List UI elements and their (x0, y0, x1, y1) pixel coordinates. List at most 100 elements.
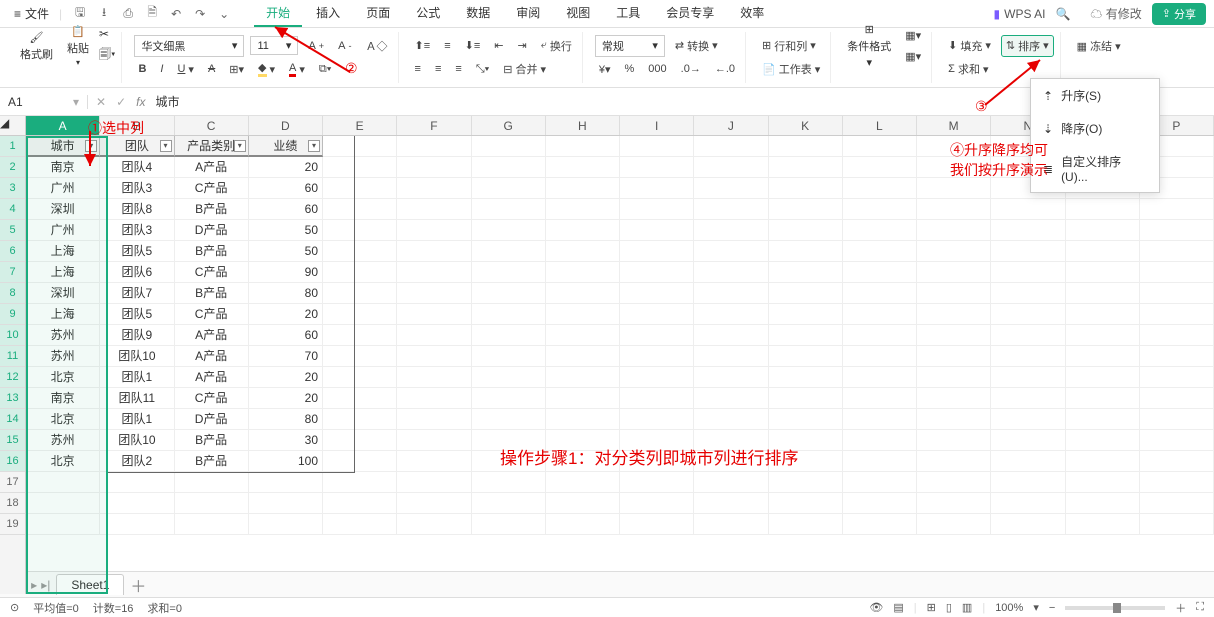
cell[interactable] (917, 199, 991, 220)
cell[interactable] (472, 409, 546, 430)
strike-button[interactable]: A (204, 61, 219, 77)
cell[interactable]: A产品 (175, 157, 249, 178)
cell[interactable] (323, 493, 397, 514)
cell[interactable] (991, 199, 1065, 220)
last-sheet-icon[interactable]: ▸| (41, 578, 50, 592)
cell[interactable] (397, 199, 471, 220)
cell[interactable] (917, 430, 991, 451)
cell[interactable] (323, 367, 397, 388)
cell[interactable] (769, 514, 843, 535)
cell[interactable] (1140, 283, 1214, 304)
cell[interactable]: 广州 (26, 220, 100, 241)
cell[interactable] (397, 346, 471, 367)
cell[interactable] (991, 262, 1065, 283)
cell[interactable]: 产品类别▾ (175, 136, 249, 157)
cell[interactable] (843, 283, 917, 304)
cell[interactable]: 上海 (26, 241, 100, 262)
cell[interactable] (620, 367, 694, 388)
transpose-button[interactable]: ⇄ 转换▾ (671, 36, 722, 56)
cell[interactable] (843, 262, 917, 283)
file-menu[interactable]: ≡ 文件 (8, 5, 55, 22)
cell[interactable] (769, 262, 843, 283)
cell[interactable] (769, 346, 843, 367)
cell[interactable] (1140, 388, 1214, 409)
wrap-text-button[interactable]: ⤶ 换行 (537, 36, 576, 56)
cell[interactable] (323, 136, 397, 157)
style2-icon[interactable]: ▦▾ (901, 48, 925, 65)
cell[interactable]: 团队10 (100, 346, 174, 367)
cell[interactable]: B产品 (175, 451, 249, 472)
decrease-font-icon[interactable]: A- (334, 38, 355, 54)
cut-icon[interactable]: ✂ (99, 27, 115, 41)
cell[interactable] (694, 346, 768, 367)
tab-页面[interactable]: 页面 (354, 0, 402, 27)
cell[interactable] (991, 430, 1065, 451)
freeze-button[interactable]: ▦ 冻结▾ (1073, 36, 1125, 56)
cell[interactable] (1066, 220, 1140, 241)
col-header-E[interactable]: E (323, 116, 397, 135)
row-header-9[interactable]: 9 (0, 304, 25, 325)
col-header-C[interactable]: C (175, 116, 249, 135)
cell[interactable]: B产品 (175, 430, 249, 451)
cell[interactable] (917, 304, 991, 325)
save-icon[interactable]: 🖫 (72, 6, 88, 22)
cell[interactable] (546, 325, 620, 346)
cell[interactable] (1066, 388, 1140, 409)
cell[interactable] (917, 367, 991, 388)
cell[interactable] (769, 199, 843, 220)
cell[interactable] (100, 493, 174, 514)
cell[interactable] (1140, 262, 1214, 283)
cell[interactable] (397, 304, 471, 325)
cell[interactable] (694, 451, 768, 472)
dec-inc-icon[interactable]: .0→ (677, 61, 705, 77)
cell[interactable]: 团队5 (100, 241, 174, 262)
cell[interactable] (546, 514, 620, 535)
cell[interactable] (397, 430, 471, 451)
more-icon[interactable]: ⌄ (216, 6, 232, 22)
cell[interactable] (769, 430, 843, 451)
filter-icon[interactable]: ▾ (234, 140, 246, 152)
cell[interactable]: 20 (249, 304, 323, 325)
col-header-L[interactable]: L (843, 116, 917, 135)
cell[interactable]: 城市▾ (26, 136, 100, 157)
cell[interactable] (323, 409, 397, 430)
tab-工具[interactable]: 工具 (604, 0, 652, 27)
cell[interactable]: 团队1 (100, 409, 174, 430)
cell[interactable]: 业绩▾ (249, 136, 323, 157)
cell[interactable] (1066, 367, 1140, 388)
cell[interactable] (1066, 325, 1140, 346)
cell[interactable] (1140, 493, 1214, 514)
cell[interactable] (917, 493, 991, 514)
cell[interactable] (917, 325, 991, 346)
cell[interactable] (397, 451, 471, 472)
cell[interactable] (323, 451, 397, 472)
cell[interactable] (397, 136, 471, 157)
row-header-19[interactable]: 19 (0, 514, 25, 535)
cell[interactable] (843, 430, 917, 451)
next-sheet-icon[interactable]: ▸ (31, 578, 37, 592)
cell[interactable] (1066, 262, 1140, 283)
cell[interactable]: 30 (249, 430, 323, 451)
redo-icon[interactable]: ↷ (192, 6, 208, 22)
cell[interactable] (694, 199, 768, 220)
fill-button[interactable]: ⬇ 填充▾ (944, 36, 995, 56)
cell[interactable]: 深圳 (26, 283, 100, 304)
cell[interactable]: 北京 (26, 367, 100, 388)
increase-font-icon[interactable]: A+ (304, 38, 328, 54)
cell[interactable] (917, 388, 991, 409)
cell[interactable] (546, 367, 620, 388)
cell[interactable] (472, 430, 546, 451)
sheet-tab[interactable]: Sheet1 (56, 574, 124, 595)
cell[interactable] (694, 283, 768, 304)
cell[interactable]: 南京 (26, 388, 100, 409)
cell[interactable] (26, 514, 100, 535)
wps-ai-button[interactable]: ▮ WPS AI (994, 7, 1046, 21)
paste-button[interactable]: 📋粘贴▾ (63, 25, 93, 67)
cell[interactable] (620, 178, 694, 199)
cell[interactable]: 上海 (26, 262, 100, 283)
cell[interactable] (100, 472, 174, 493)
cell[interactable] (769, 493, 843, 514)
cell[interactable]: A产品 (175, 346, 249, 367)
cell[interactable]: 苏州 (26, 430, 100, 451)
align-middle-icon[interactable]: ≡ (440, 38, 454, 54)
